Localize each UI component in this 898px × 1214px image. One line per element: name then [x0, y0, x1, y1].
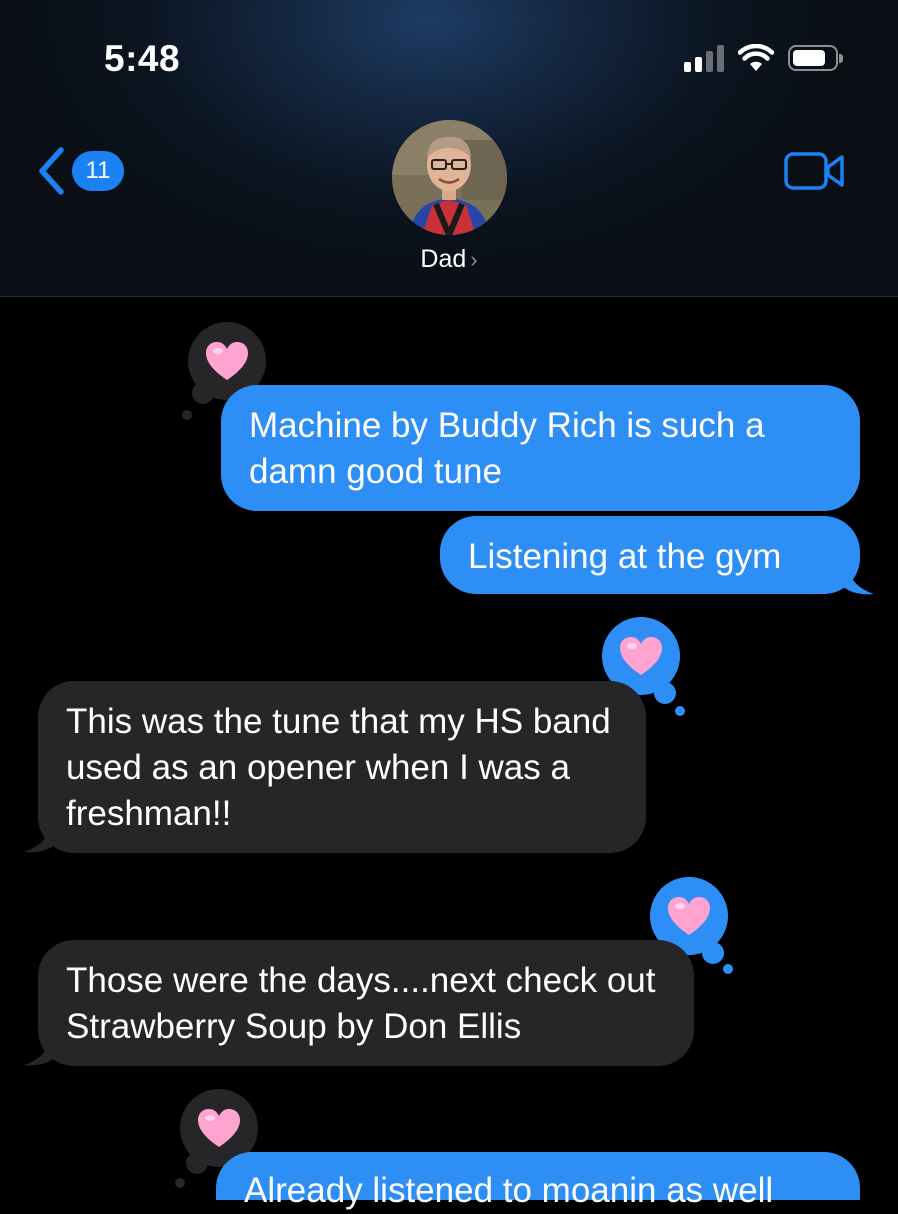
incoming-message-bubble[interactable]: Those were the days....next check out St… [38, 940, 694, 1066]
wifi-icon [738, 44, 774, 71]
video-camera-icon [784, 152, 844, 190]
tapback-tail-dot [654, 682, 676, 704]
chevron-right-icon: › [470, 247, 478, 272]
tapback-tail-dot [675, 706, 685, 716]
message-text: Already listened to moanin as well [244, 1171, 774, 1210]
unread-count-badge: 11 [72, 151, 124, 191]
back-button[interactable]: 11 [36, 146, 124, 196]
status-time: 5:48 [104, 38, 181, 79]
tapback-tail-dot [175, 1178, 185, 1188]
cellular-signal-icon [684, 44, 724, 72]
conversation-header: 5:48 11 Dad › [0, 0, 898, 297]
message-text: Machine by Buddy Rich is such a damn goo… [249, 406, 765, 491]
incoming-message-bubble[interactable]: This was the tune that my HS band used a… [38, 681, 646, 853]
bubble-tail [24, 824, 56, 853]
outgoing-message-bubble[interactable]: Machine by Buddy Rich is such a damn goo… [221, 385, 860, 511]
bubble-tail [842, 566, 874, 595]
message-text: Those were the days....next check out St… [66, 961, 656, 1046]
battery-icon [788, 45, 843, 71]
contact-name: Dad [420, 245, 467, 273]
message-text: This was the tune that my HS band used a… [66, 702, 611, 833]
heart-icon [198, 1109, 240, 1147]
contact-name-button[interactable]: Dad › [0, 245, 898, 274]
bubble-tail [24, 1037, 56, 1066]
message-text: Listening at the gym [468, 537, 782, 576]
status-icons [684, 44, 843, 72]
facetime-video-button[interactable] [784, 150, 846, 197]
heart-icon [620, 637, 662, 675]
tapback-tail-dot [723, 964, 733, 974]
tapback-tail-dot [182, 410, 192, 420]
tapback-tail-dot [702, 942, 724, 964]
contact-avatar[interactable] [392, 120, 507, 235]
heart-icon [206, 342, 248, 380]
outgoing-message-bubble[interactable]: Listening at the gym [440, 516, 860, 594]
avatar-photo [392, 120, 507, 235]
chevron-left-icon [39, 147, 64, 195]
heart-icon [668, 897, 710, 935]
outgoing-message-bubble[interactable]: Already listened to moanin as well [216, 1152, 860, 1210]
